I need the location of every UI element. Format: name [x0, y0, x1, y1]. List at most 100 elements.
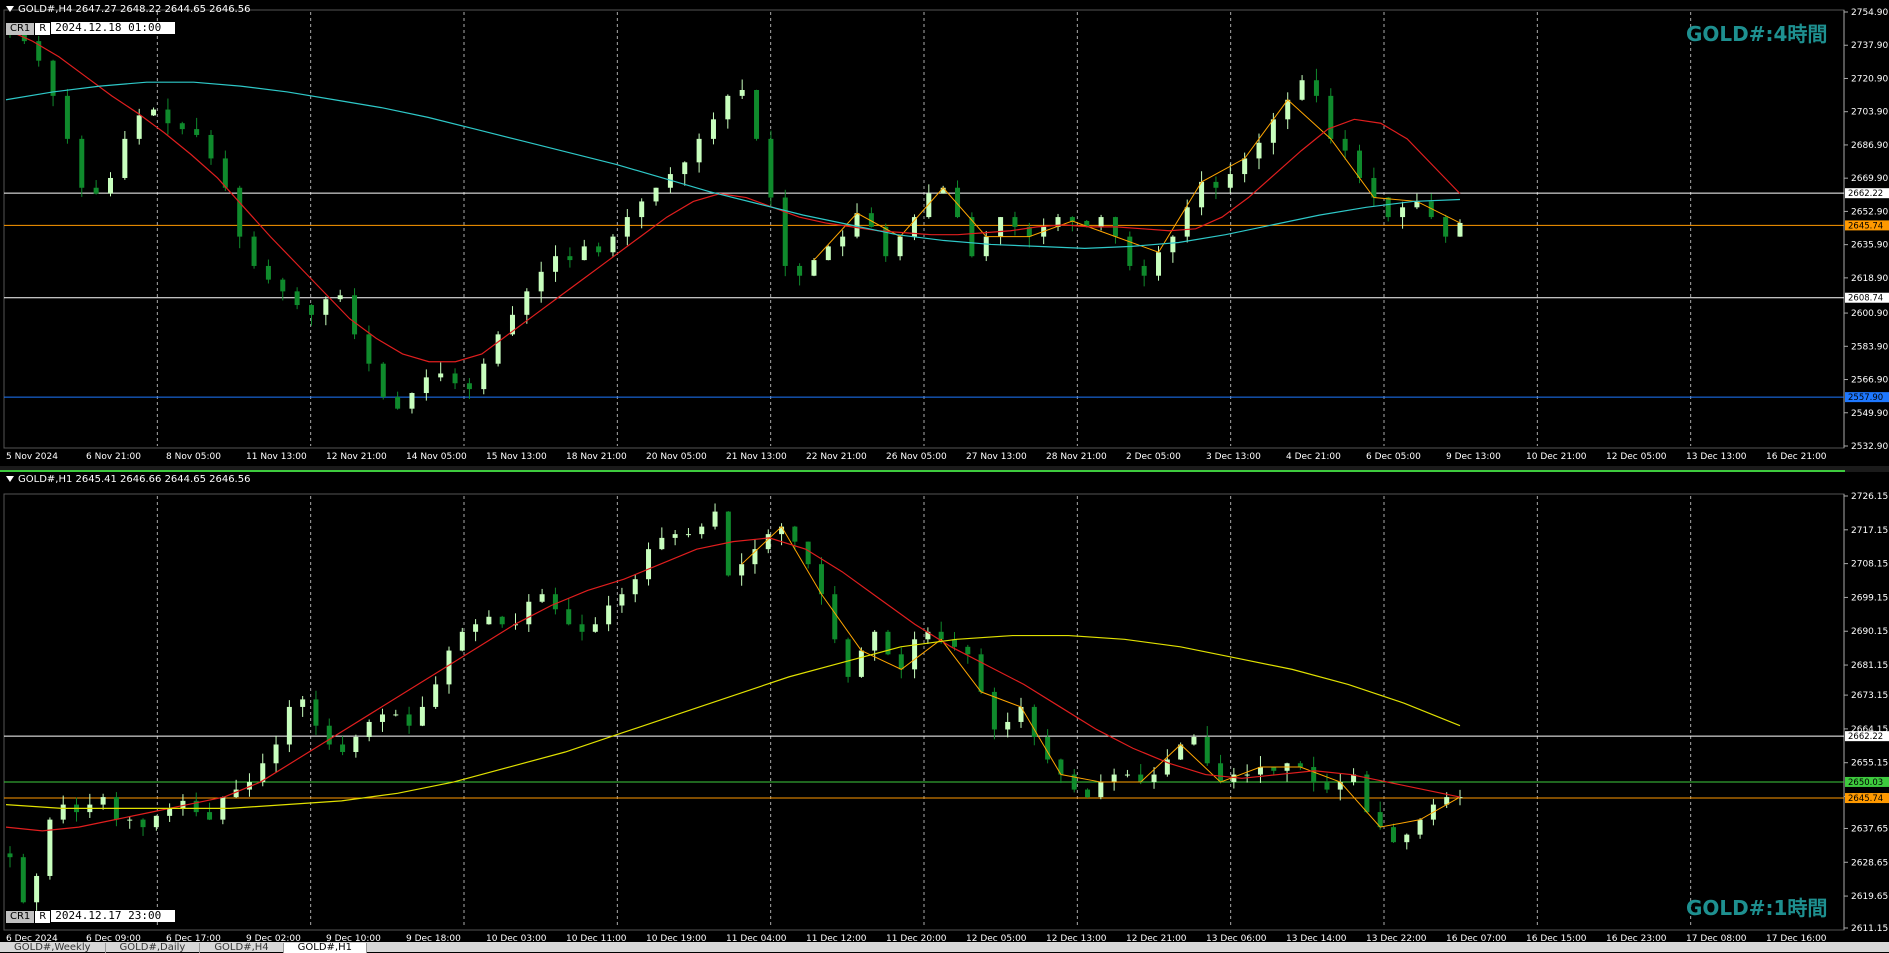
h4-x-tick-label: 4 Dec 21:00 — [1286, 452, 1341, 462]
h4-candle-body — [452, 373, 458, 384]
h4-candle-body — [1213, 181, 1219, 188]
h1-candle-body — [366, 721, 372, 737]
h4-x-tick-label: 9 Dec 13:00 — [1446, 452, 1501, 462]
h4-y-tick-label: 2737.90 — [1851, 41, 1888, 51]
h1-candle-body — [34, 875, 40, 903]
h1-candle-body — [805, 541, 811, 565]
h4-x-tick-label: 20 Nov 05:00 — [646, 452, 707, 462]
h4-header: GOLD#,H4 2647.27 2648.22 2644.65 2646.56 — [6, 4, 250, 15]
h4-x-tick-label: 18 Nov 21:00 — [566, 452, 627, 462]
h1-candle-body — [1271, 767, 1277, 771]
h4-candle-body — [481, 363, 487, 390]
h4-x-tick-label: 10 Dec 21:00 — [1526, 452, 1587, 462]
h4-date-chip: 2024.12.18 01:00 — [51, 22, 176, 34]
h1-candle-body — [832, 594, 838, 640]
h4-candle-body — [1098, 217, 1104, 227]
h1-x-tick-label: 11 Dec 12:00 — [806, 934, 867, 942]
h4-candle-body — [940, 187, 946, 194]
h4-candle-body — [1400, 207, 1406, 218]
h4-candle-body — [811, 260, 817, 276]
h1-y-tick-label: 2699.15 — [1851, 593, 1888, 603]
h1-cr-chip[interactable]: CR1 — [6, 911, 35, 923]
h4-x-tick-label: 21 Nov 13:00 — [726, 452, 787, 462]
h1-y-tick-label: 2611.15 — [1851, 924, 1888, 934]
h4-y-tick-label: 2532.90 — [1851, 442, 1888, 452]
h4-candle-body — [696, 138, 702, 163]
collapse-triangle-icon[interactable] — [6, 6, 14, 12]
h1-x-tick-label: 16 Dec 23:00 — [1606, 934, 1667, 942]
h1-header: GOLD#,H1 2645.41 2646.66 2644.65 2646.56 — [6, 474, 250, 485]
h4-chart-canvas[interactable]: 2754.90 2737.90 2720.90 2703.90 2686.90 2669.… — [0, 0, 1889, 466]
h4-candle-body — [409, 393, 415, 409]
h4-candle-body — [495, 334, 501, 364]
h1-candle-body — [1204, 736, 1210, 764]
h4-candle-body — [93, 187, 99, 194]
h4-candle-body — [107, 177, 113, 194]
h1-hline-label: 2650.03 — [1848, 778, 1883, 788]
h4-cr-chip[interactable]: CR1 — [6, 23, 35, 35]
h1-candle-body — [765, 534, 771, 550]
h4-candle-body — [998, 217, 1004, 237]
h1-x-tick-label: 12 Dec 05:00 — [966, 934, 1027, 942]
h4-candle-body — [1184, 207, 1190, 237]
h4-candle-body — [466, 383, 472, 390]
h4-r-chip[interactable]: R — [35, 23, 51, 35]
h4-chart-pane[interactable]: 2754.90 2737.90 2720.90 2703.90 2686.90 2669.… — [0, 0, 1889, 466]
h4-x-tick-label: 13 Dec 13:00 — [1686, 452, 1747, 462]
collapse-triangle-icon[interactable] — [6, 476, 14, 482]
h1-candle-body — [7, 853, 13, 858]
h1-candle-body — [140, 819, 146, 828]
h4-red-ma-line — [5, 28, 1461, 363]
h4-candle-body — [840, 236, 846, 247]
h1-candle-body — [273, 744, 279, 764]
h4-candle-body — [538, 271, 544, 292]
h4-y-tick-label: 2583.90 — [1851, 342, 1888, 352]
h4-y-tick-label: 2635.90 — [1851, 241, 1888, 251]
h1-candle-body — [619, 594, 625, 606]
h1-chart-canvas[interactable]: 2726.15 2717.15 2708.15 2699.15 2690.15 2681.… — [0, 472, 1889, 942]
h1-y-tick-label: 2708.15 — [1851, 560, 1888, 570]
h1-candle-body — [1005, 721, 1011, 730]
h4-hline-label: 2557.90 — [1848, 393, 1883, 403]
h1-candle-body — [127, 819, 133, 821]
h4-candle-body — [352, 295, 358, 335]
h4-x-tick-label: 14 Nov 05:00 — [406, 452, 467, 462]
h1-y-tick-label: 2673.15 — [1851, 691, 1888, 701]
h4-candle-body — [596, 246, 602, 253]
h1-candle-body — [1297, 763, 1303, 768]
h1-x-tick-label: 17 Dec 16:00 — [1766, 934, 1827, 942]
h1-candle-body — [632, 579, 638, 595]
h4-candle-body — [624, 217, 630, 237]
h1-x-tick-label: 6 Dec 09:00 — [86, 934, 141, 942]
h1-candle-body — [100, 797, 106, 805]
h4-candle-body — [797, 265, 803, 276]
h1-y-tick-label: 2619.65 — [1851, 892, 1888, 902]
h4-y-tick-label: 2618.90 — [1851, 274, 1888, 284]
h1-chart-pane[interactable]: 2726.15 2717.15 2708.15 2699.15 2690.15 2681.… — [0, 472, 1889, 942]
h4-candle-body — [1227, 174, 1233, 188]
h1-header-text: GOLD#,H1 2645.41 2646.66 2644.65 2646.56 — [18, 474, 251, 485]
h1-x-tick-label: 11 Dec 04:00 — [726, 934, 787, 942]
h4-candle-body — [1170, 236, 1176, 253]
h1-candle-body — [659, 537, 665, 550]
h4-candle-body — [754, 90, 760, 139]
h1-r-chip[interactable]: R — [35, 911, 51, 923]
h4-candle-body — [50, 60, 56, 96]
h1-candle-body — [1324, 782, 1330, 790]
h1-y-tick-label: 2655.15 — [1851, 759, 1888, 769]
h4-candle-body — [165, 109, 171, 124]
h4-candle-body — [237, 187, 243, 237]
h1-candle-body — [606, 605, 612, 625]
h1-y-tick-label: 2726.15 — [1851, 492, 1888, 502]
h1-candle-body — [180, 800, 186, 809]
h4-x-tick-label: 12 Dec 05:00 — [1606, 452, 1667, 462]
h4-candle-body — [308, 305, 314, 315]
h1-hline-label: 2662.22 — [1848, 732, 1883, 742]
h4-candle-body — [1012, 217, 1018, 227]
h1-candle-body — [1191, 736, 1197, 745]
h1-candle-body — [473, 624, 479, 632]
h1-candle-body — [1111, 774, 1117, 783]
h1-x-tick-label: 13 Dec 14:00 — [1286, 934, 1347, 942]
h4-candle-body — [294, 291, 300, 306]
h4-candle-body — [194, 129, 200, 135]
